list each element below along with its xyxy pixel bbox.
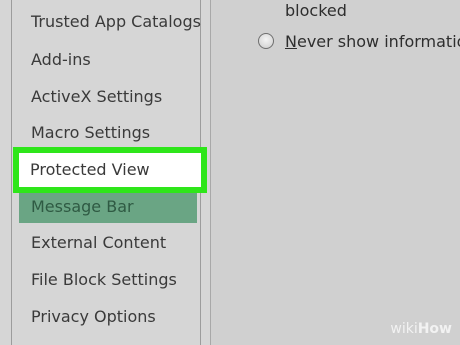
sidebar-item-trusted-app-catalogs[interactable]: Trusted App Catalogs bbox=[31, 7, 201, 37]
option-description-text: blocked bbox=[285, 1, 347, 20]
sidebar-item-privacy-options[interactable]: Privacy Options bbox=[31, 302, 156, 332]
watermark-how: How bbox=[417, 321, 452, 337]
sidebar-item-message-bar[interactable]: Message Bar bbox=[19, 191, 197, 223]
sidebar-item-protected-view[interactable]: Protected View bbox=[13, 147, 207, 193]
wikihow-watermark: wikiHow bbox=[390, 319, 452, 339]
never-show-information-radio[interactable] bbox=[258, 33, 274, 49]
watermark-wiki: wiki bbox=[390, 321, 418, 337]
trust-center-window: Trusted App Catalogs Add-ins ActiveX Set… bbox=[0, 0, 460, 345]
settings-panel: blocked Never show information bbox=[211, 0, 460, 345]
sidebar-item-add-ins[interactable]: Add-ins bbox=[31, 45, 91, 75]
sidebar-item-macro-settings[interactable]: Macro Settings bbox=[31, 118, 150, 148]
sidebar-item-external-content[interactable]: External Content bbox=[31, 228, 166, 258]
accelerator-key: N bbox=[285, 32, 297, 51]
never-show-information-label-text: ever show information bbox=[296, 32, 460, 51]
sidebar: Trusted App Catalogs Add-ins ActiveX Set… bbox=[0, 0, 212, 345]
sidebar-item-file-block-settings[interactable]: File Block Settings bbox=[31, 265, 177, 295]
sidebar-item-label: Protected View bbox=[30, 160, 150, 179]
sidebar-item-activex-settings[interactable]: ActiveX Settings bbox=[31, 82, 162, 112]
never-show-information-label[interactable]: Never show information bbox=[285, 29, 460, 55]
sidebar-border-left bbox=[11, 0, 12, 345]
